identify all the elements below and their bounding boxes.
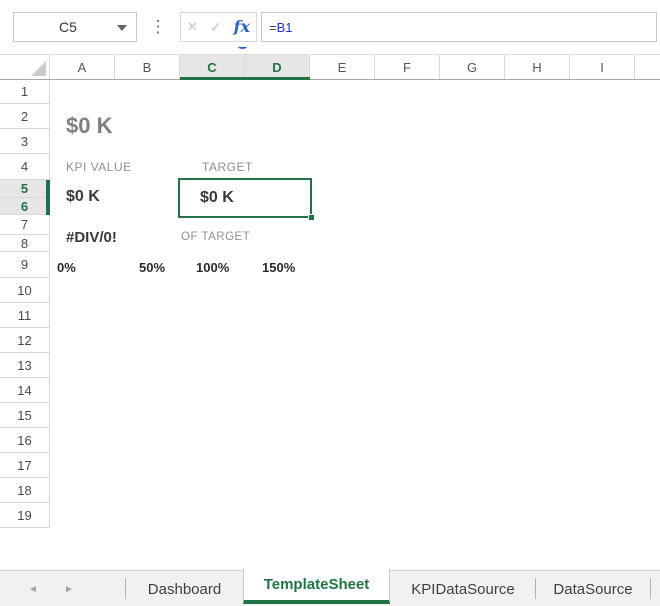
row-header-7[interactable]: 7 [0, 215, 49, 235]
row-header-column: 1 2 3 4 5 6 7 8 9 10 11 12 13 14 15 16 1… [0, 80, 50, 528]
selected-rows-bar [46, 180, 50, 215]
row-header-12[interactable]: 12 [0, 328, 49, 353]
row-header-10[interactable]: 10 [0, 278, 49, 303]
tab-templatesheet[interactable]: TemplateSheet [243, 568, 390, 604]
fill-handle[interactable] [308, 214, 315, 221]
tab-divider [650, 578, 651, 599]
tab-scroll-right-icon[interactable]: ► [58, 571, 80, 606]
cell-big-kpi-value[interactable]: $0 K [66, 113, 112, 139]
name-box-dropdown-icon[interactable] [117, 25, 127, 31]
cell-div0-error[interactable]: #DIV/0! [66, 229, 117, 246]
cell-axis-50pct[interactable]: 50% [139, 260, 165, 275]
cell-target-label[interactable]: TARGET [202, 160, 253, 174]
row-header-11[interactable]: 11 [0, 303, 49, 328]
column-header-i[interactable]: I [570, 55, 635, 79]
name-box[interactable]: C5 [13, 12, 137, 42]
cell-axis-0pct[interactable]: 0% [57, 260, 76, 275]
row-header-5[interactable]: 5 [0, 180, 49, 198]
fx-icon-descender [238, 44, 247, 49]
row-header-1[interactable]: 1 [0, 80, 49, 104]
selected-cell-c5[interactable]: $0 K [178, 178, 312, 218]
cell-axis-150pct[interactable]: 150% [262, 260, 295, 275]
name-box-value: C5 [59, 19, 91, 35]
column-header-row: A B C D E F G H I [0, 54, 660, 80]
cell-axis-100pct[interactable]: 100% [196, 260, 229, 275]
row-header-9[interactable]: 9 [0, 252, 49, 278]
row-header-15[interactable]: 15 [0, 403, 49, 428]
column-header-d[interactable]: D [245, 55, 310, 79]
tab-datasource[interactable]: DataSource [536, 571, 650, 606]
formula-button-group: ✕ ✓ fx [180, 12, 257, 42]
column-header-e[interactable]: E [310, 55, 375, 79]
cancel-icon[interactable]: ✕ [187, 19, 198, 35]
formula-input[interactable]: = B1 [261, 12, 657, 42]
sheet-tab-bar: ◄ ► Dashboard TemplateSheet KPIDataSourc… [0, 570, 660, 606]
row-header-6[interactable]: 6 [0, 198, 49, 215]
row-header-16[interactable]: 16 [0, 428, 49, 453]
row-header-3[interactable]: 3 [0, 129, 49, 154]
selected-columns-underline [180, 77, 310, 80]
row-header-14[interactable]: 14 [0, 378, 49, 403]
row-header-4[interactable]: 4 [0, 154, 49, 180]
tab-scroll-left-icon[interactable]: ◄ [22, 571, 44, 606]
column-header-b[interactable]: B [115, 55, 180, 79]
selected-cell-value: $0 K [180, 189, 234, 207]
column-header-a[interactable]: A [50, 55, 115, 79]
column-header-filler [635, 55, 660, 79]
row-header-18[interactable]: 18 [0, 478, 49, 503]
cell-kpi-value[interactable]: $0 K [66, 188, 100, 206]
cell-of-target-label[interactable]: OF TARGET [181, 231, 250, 243]
row-header-19[interactable]: 19 [0, 503, 49, 528]
select-all-button[interactable] [0, 55, 50, 79]
confirm-icon[interactable]: ✓ [210, 19, 222, 36]
column-header-h[interactable]: H [505, 55, 570, 79]
formula-reference: B1 [277, 20, 293, 35]
tab-dashboard[interactable]: Dashboard [126, 571, 243, 606]
select-all-icon [31, 61, 46, 76]
row-header-2[interactable]: 2 [0, 104, 49, 129]
formula-equals: = [269, 20, 277, 35]
cell-kpi-value-label[interactable]: KPI VALUE [66, 160, 132, 174]
column-header-g[interactable]: G [440, 55, 505, 79]
insert-function-icon[interactable]: fx [234, 19, 250, 35]
column-header-c[interactable]: C [180, 55, 245, 79]
formula-bar: C5 ⋮ ✕ ✓ fx = B1 [0, 0, 660, 54]
row-header-8[interactable]: 8 [0, 235, 49, 252]
row-header-17[interactable]: 17 [0, 453, 49, 478]
tab-kpidatasource[interactable]: KPIDataSource [391, 571, 535, 606]
column-header-f[interactable]: F [375, 55, 440, 79]
row-header-13[interactable]: 13 [0, 353, 49, 378]
spreadsheet-app: C5 ⋮ ✕ ✓ fx = B1 A B C D E F G H I 1 2 [0, 0, 660, 606]
kebab-menu-icon[interactable]: ⋮ [150, 11, 166, 43]
